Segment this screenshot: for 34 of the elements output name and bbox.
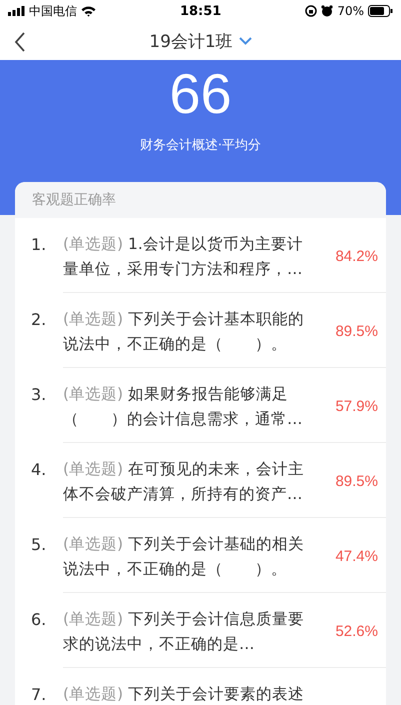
- accuracy-rate: 89.5%: [334, 322, 379, 342]
- accuracy-rate: 52.6%: [334, 622, 379, 642]
- question-number: 5.: [30, 534, 48, 556]
- accuracy-rate: 47.4%: [334, 547, 379, 567]
- card-title: 客观题正确率: [32, 191, 116, 209]
- question-number: 3.: [30, 384, 48, 406]
- rotation-lock-icon: [305, 5, 318, 17]
- question-number: 6.: [30, 609, 48, 631]
- clock-time: 18:51: [180, 4, 222, 18]
- alarm-icon: [321, 5, 334, 17]
- score-caption: 财务会计概述·平均分: [140, 137, 262, 154]
- wifi-icon: [81, 6, 96, 16]
- question-text[interactable]: (单选题) 下列关于会计基本职能的说法中，不正确的是（ ）。: [63, 307, 311, 367]
- accuracy-rate: 89.5%: [334, 472, 379, 492]
- average-score: 66: [169, 62, 232, 126]
- back-icon[interactable]: [14, 32, 26, 52]
- question-text[interactable]: (单选题) 下列关于会计要素的表述: [63, 682, 311, 705]
- accuracy-rate: 84.2%: [334, 247, 379, 267]
- signal-icon: [8, 6, 25, 16]
- question-number: 7.: [30, 684, 48, 705]
- question-number: 1.: [30, 234, 48, 256]
- battery-icon: [368, 5, 393, 17]
- carrier-name: 中国电信: [29, 2, 77, 20]
- question-text[interactable]: (单选题) 在可预见的未来，会计主体不会破产清算，所持有的资产…: [63, 457, 311, 517]
- question-number: 4.: [30, 459, 48, 481]
- question-text[interactable]: (单选题) 1.会计是以货币为主要计量单位，采用专门方法和程序，…: [63, 232, 311, 292]
- class-title[interactable]: 19会计1班: [149, 30, 233, 52]
- battery-percent: 70%: [337, 4, 364, 18]
- question-text[interactable]: (单选题) 如果财务报告能够满足（ ）的会计信息需求，通常…: [63, 382, 311, 442]
- accuracy-rate: 57.9%: [334, 397, 379, 417]
- question-text[interactable]: (单选题) 下列关于会计信息质量要求的说法中，不正确的是…: [63, 607, 311, 667]
- question-text[interactable]: (单选题) 下列关于会计基础的相关说法中，不正确的是（ ）。: [63, 532, 311, 592]
- chevron-down-icon[interactable]: [238, 37, 252, 45]
- question-number: 2.: [30, 309, 48, 331]
